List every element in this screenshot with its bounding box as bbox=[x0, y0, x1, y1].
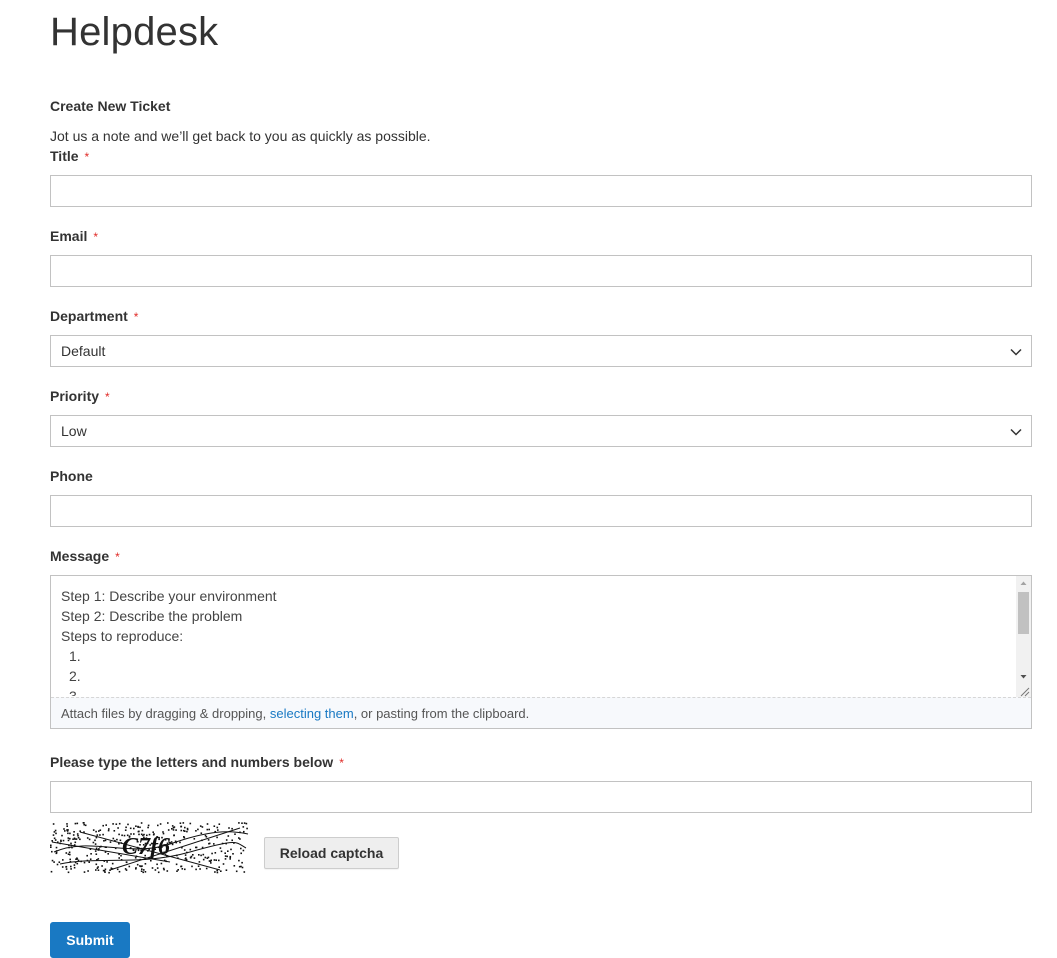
captcha-input[interactable] bbox=[50, 781, 1032, 813]
captcha-label: Please type the letters and numbers belo… bbox=[50, 754, 344, 770]
scroll-up-arrow-icon[interactable] bbox=[1019, 579, 1028, 588]
email-label: Email * bbox=[50, 228, 98, 244]
phone-label-text: Phone bbox=[50, 468, 93, 484]
required-marker: * bbox=[93, 230, 99, 244]
priority-label-text: Priority bbox=[50, 388, 100, 404]
message-line: 1. bbox=[69, 648, 81, 664]
message-textarea[interactable]: Step 1: Describe your environment Step 2… bbox=[50, 575, 1032, 729]
priority-selected-value: Low bbox=[61, 423, 87, 439]
department-label-text: Department bbox=[50, 308, 128, 324]
message-line: Step 2: Describe the problem bbox=[61, 608, 243, 624]
department-label: Department * bbox=[50, 308, 138, 324]
department-select[interactable]: Default bbox=[50, 335, 1032, 367]
message-line: Steps to reproduce: bbox=[61, 628, 184, 644]
chevron-down-icon bbox=[1010, 348, 1022, 356]
phone-label: Phone bbox=[50, 468, 93, 484]
captcha-label-text: Please type the letters and numbers belo… bbox=[50, 754, 334, 770]
submit-button[interactable]: Submit bbox=[50, 922, 130, 958]
page-title: Helpdesk bbox=[50, 10, 219, 54]
resize-handle-icon[interactable] bbox=[1018, 685, 1030, 697]
title-label-text: Title bbox=[50, 148, 79, 164]
message-line: Step 1: Describe your environment bbox=[61, 588, 277, 604]
reload-captcha-button[interactable]: Reload captcha bbox=[264, 837, 399, 869]
required-marker: * bbox=[84, 150, 90, 164]
captcha-image: C7f6 bbox=[50, 822, 250, 874]
message-line: 3. bbox=[69, 688, 81, 696]
required-marker: * bbox=[105, 390, 110, 404]
message-line: 2. bbox=[69, 668, 81, 684]
title-input[interactable] bbox=[50, 175, 1032, 207]
message-scrollbar[interactable] bbox=[1016, 576, 1031, 697]
phone-input[interactable] bbox=[50, 495, 1032, 527]
chevron-down-icon bbox=[1010, 428, 1022, 436]
priority-label: Priority * bbox=[50, 388, 110, 404]
select-files-link[interactable]: selecting them bbox=[270, 706, 354, 721]
attach-files-bar[interactable]: Attach files by dragging & dropping, sel… bbox=[51, 697, 1031, 728]
title-label: Title * bbox=[50, 148, 89, 164]
attach-prefix: Attach files by dragging & dropping, bbox=[61, 706, 270, 721]
email-input[interactable] bbox=[50, 255, 1032, 287]
message-label-text: Message bbox=[50, 548, 110, 564]
message-label: Message * bbox=[50, 548, 120, 564]
required-marker: * bbox=[115, 550, 120, 564]
message-text[interactable]: Step 1: Describe your environment Step 2… bbox=[61, 586, 1011, 696]
captcha-image-text: C7f6 bbox=[122, 834, 170, 860]
scroll-down-arrow-icon[interactable] bbox=[1019, 672, 1028, 681]
required-marker: * bbox=[339, 756, 344, 770]
intro-text: Jot us a note and we’ll get back to you … bbox=[50, 128, 431, 144]
department-selected-value: Default bbox=[61, 343, 106, 359]
scrollbar-thumb[interactable] bbox=[1018, 592, 1029, 634]
section-title: Create New Ticket bbox=[50, 98, 171, 114]
required-marker: * bbox=[133, 310, 139, 324]
priority-select[interactable]: Low bbox=[50, 415, 1032, 447]
email-label-text: Email bbox=[50, 228, 88, 244]
attach-suffix: , or pasting from the clipboard. bbox=[353, 706, 530, 721]
